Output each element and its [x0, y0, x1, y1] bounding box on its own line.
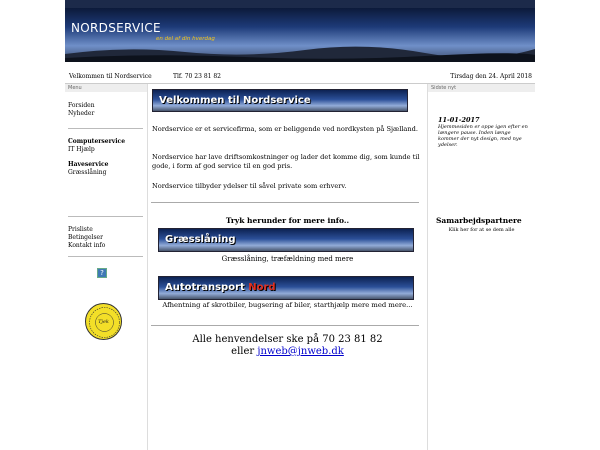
more-info-label: Tryk herunder for mere info..: [225, 216, 350, 225]
nav-divider: [68, 128, 143, 129]
contact-line-1: Alle henvendelser ske på 70 23 81 82: [192, 334, 383, 345]
hill-silhouette: [65, 46, 535, 62]
sidebar-header: Menu: [65, 84, 147, 92]
service-title-autotransport: Autotransport Nord: [165, 282, 276, 293]
quality-seal-icon[interactable]: Tjek: [85, 303, 122, 340]
nav-group-info: Prisliste Betingelser Kontakt info: [68, 226, 105, 250]
nav-group-title-computerservice[interactable]: Computerservice: [68, 138, 125, 146]
welcome-text: Velkommen til Nordservice: [69, 73, 152, 80]
page-title: Velkommen til Nordservice: [159, 95, 311, 106]
info-bar: Velkommen til Nordservice Tlf. 70 23 81 …: [65, 70, 535, 84]
intro-paragraph-2: Nordservice har lave driftsomkostninger …: [152, 153, 420, 170]
left-sidebar: Menu Forsiden Nyheder Computerservice IT…: [65, 84, 148, 450]
header-band: [65, 62, 535, 70]
sidebar-item-forsiden[interactable]: Forsiden: [68, 102, 95, 110]
intro-paragraph-3: Nordservice tilbyder ydelser til såvel p…: [152, 182, 347, 190]
site-title: NORDSERVICE: [71, 21, 161, 35]
contact-email-link[interactable]: jnweb@jnweb.dk: [257, 346, 343, 357]
service-banner-graesslaaning[interactable]: Græsslåning: [158, 228, 414, 252]
welcome-heading-banner: Velkommen til Nordservice: [152, 89, 408, 112]
intro-paragraph-1: Nordservice er et servicefirma, som er b…: [152, 125, 418, 133]
nav-group-title-haveservice[interactable]: Haveservice: [68, 161, 108, 169]
partners-title: Samarbejdspartnere: [436, 216, 522, 225]
sidebar-item-kontakt-info[interactable]: Kontakt info: [68, 242, 105, 250]
sidebar-item-nyheder[interactable]: Nyheder: [68, 110, 95, 118]
main-content: Velkommen til Nordservice Nordservice er…: [148, 84, 427, 450]
nav-group-computer: Computerservice IT Hjælp: [68, 138, 125, 154]
service-title-graesslaaning: Græsslåning: [165, 234, 236, 245]
nav-divider: [68, 256, 143, 257]
nav-group-garden: Haveservice Græsslåning: [68, 161, 108, 177]
service-title-autotransport-a: Autotransport: [165, 282, 245, 293]
news-header: Sidste nyt: [428, 84, 535, 92]
sidebar-item-graesslaaning[interactable]: Græsslåning: [68, 169, 108, 177]
service-banner-autotransport[interactable]: Autotransport Nord: [158, 276, 414, 300]
seal-label: Tjek: [98, 319, 109, 325]
contact-line-2: eller jnweb@jnweb.dk: [148, 346, 427, 357]
service-title-autotransport-b: Nord: [248, 282, 276, 293]
site-subtitle: en del af din hverdag: [156, 36, 215, 42]
news-text: Hjemmesiden er oppe igen efter en længer…: [438, 124, 528, 148]
top-bar: [65, 0, 535, 8]
nav-divider: [68, 216, 143, 217]
service-desc-autotransport: Afhentning af skrotbiler, bugsering af b…: [162, 301, 413, 309]
sidebar-item-prisliste[interactable]: Prisliste: [68, 226, 105, 234]
section-divider: [151, 202, 419, 203]
header-banner: NORDSERVICE en del af din hverdag: [65, 8, 535, 62]
right-sidebar: Sidste nyt 11-01-2017 Hjemmesiden er opp…: [427, 84, 535, 450]
sidebar-item-it-hjaelp[interactable]: IT Hjælp: [68, 146, 125, 154]
partners-link[interactable]: Klik her for at se dem alle: [428, 227, 535, 233]
news-date: 11-01-2017: [438, 116, 480, 124]
section-divider: [151, 325, 419, 326]
nav-group-main: Forsiden Nyheder: [68, 102, 95, 118]
phone-text: Tlf. 70 23 81 82: [173, 73, 222, 80]
page-margin-left: [0, 0, 65, 450]
sidebar-item-betingelser[interactable]: Betingelser: [68, 234, 105, 242]
help-icon[interactable]: ?: [97, 268, 107, 278]
service-desc-graesslaaning: Græsslåning, træfældning med mere: [221, 255, 354, 263]
contact-prefix: eller: [231, 346, 258, 357]
date-text: Tirsdag den 24. April 2018: [450, 73, 532, 80]
